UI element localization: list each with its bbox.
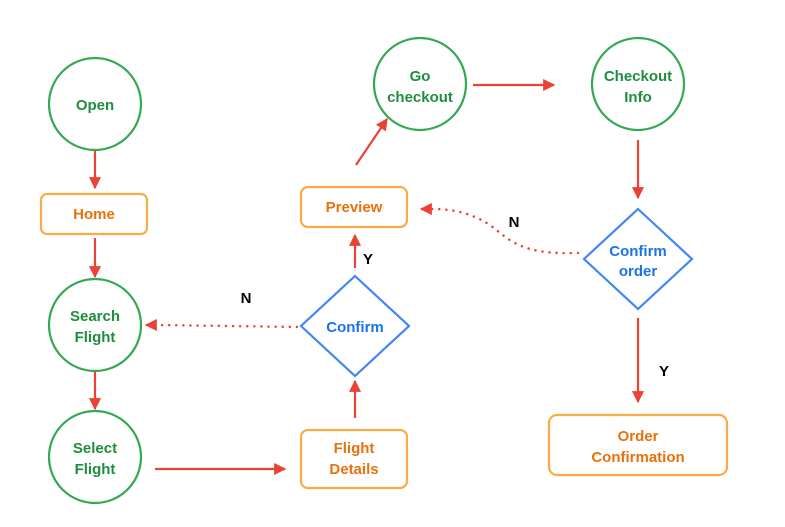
node-open: Open	[47, 56, 143, 152]
label-confirm-no: N	[241, 290, 252, 307]
arrow-preview-go	[355, 117, 388, 166]
node-checkout-info: Checkout Info	[590, 36, 686, 132]
flowchart: Y N Y N Open Home Search Flight Select F…	[39, 36, 729, 505]
node-search-flight-line1: Search	[70, 308, 120, 325]
node-home: Home	[39, 192, 149, 236]
node-order-confirmation: Order Confirmation	[547, 413, 729, 477]
node-select-flight: Select Flight	[47, 409, 143, 505]
node-preview-label: Preview	[326, 199, 383, 216]
node-home-label: Home	[73, 206, 115, 223]
node-confirm: Confirm	[299, 274, 411, 378]
node-select-flight-line2: Flight	[75, 461, 116, 478]
label-confirm-yes: Y	[363, 251, 373, 268]
label-confirm-order-no: N	[509, 214, 520, 231]
node-search-flight: Search Flight	[47, 277, 143, 373]
arrow-confirmorder-no-preview	[430, 207, 580, 255]
node-confirm-order: Confirm order	[582, 207, 694, 311]
node-confirm-order-line1: Confirm	[609, 243, 667, 260]
node-preview: Preview	[299, 185, 409, 229]
node-select-flight-line1: Select	[73, 440, 117, 457]
label-confirm-order-yes: Y	[659, 363, 669, 380]
node-confirm-label: Confirm	[326, 319, 384, 336]
node-go-checkout-line1: Go	[410, 68, 431, 85]
node-search-flight-line2: Flight	[75, 329, 116, 346]
node-flight-details: Flight Details	[299, 428, 409, 490]
node-go-checkout-line2: checkout	[387, 89, 453, 106]
node-checkout-info-line2: Info	[624, 89, 652, 106]
node-flight-details-line1: Flight	[334, 440, 375, 457]
node-checkout-info-line1: Checkout	[604, 68, 672, 85]
node-confirm-order-line2: order	[619, 263, 658, 280]
node-flight-details-line2: Details	[329, 461, 378, 478]
node-go-checkout: Go checkout	[372, 36, 468, 132]
node-open-label: Open	[76, 97, 114, 114]
node-order-confirmation-line1: Order	[618, 428, 659, 445]
node-order-confirmation-line2: Confirmation	[591, 449, 684, 466]
arrow-confirm-no-search	[154, 323, 299, 329]
